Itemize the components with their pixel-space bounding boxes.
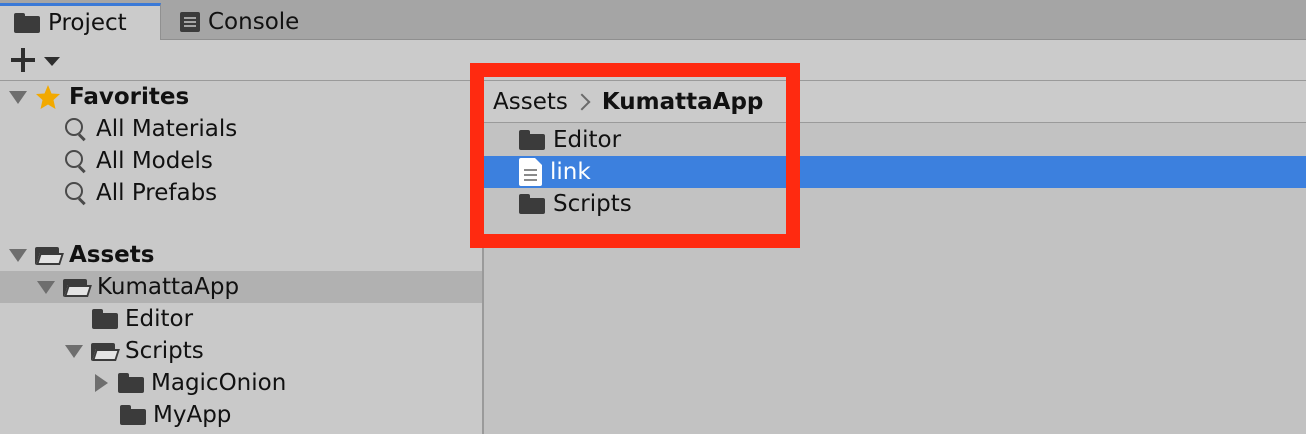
search-icon [64,149,88,174]
folder-icon [519,194,545,214]
console-icon [180,11,200,32]
plus-icon [10,47,36,73]
tree-item-magiconion[interactable]: MagicOnion [0,367,482,399]
tree-label: All Prefabs [96,180,218,206]
tree-item-myapp[interactable]: MyApp [0,399,482,431]
list-item-editor[interactable]: Editor [484,124,1306,156]
expand-arrow-icon[interactable] [37,280,55,294]
expand-arrow-icon[interactable] [65,344,83,358]
tab-bar: Project Console [0,0,1306,40]
caret-down-icon [44,56,60,66]
list-item-scripts[interactable]: Scripts [484,188,1306,220]
list-item-label: Scripts [553,191,632,217]
search-icon [64,181,88,206]
breadcrumb: Assets KumattaApp [484,81,1306,123]
folder-icon [14,13,40,33]
list-item-label: link [550,159,591,185]
tree-label-scripts: Scripts [125,338,204,364]
search-icon [64,117,88,142]
tree-label-favorites: Favorites [69,84,190,110]
open-folder-icon [35,245,64,265]
open-folder-icon [63,277,92,297]
asset-list-panel: Assets KumattaApp Editor link Scripts [484,81,1306,434]
tree-label-editor: Editor [125,306,194,332]
tree-item-all-models[interactable]: All Models [0,145,482,177]
document-icon [519,158,542,186]
breadcrumb-current[interactable]: KumattaApp [602,89,764,115]
tree-label-myapp: MyApp [153,402,232,428]
tree-label: All Models [96,148,213,174]
tab-project-label: Project [48,10,127,36]
tab-console-label: Console [208,8,300,35]
tree-label-magiconion: MagicOnion [151,370,287,396]
tree-item-all-materials[interactable]: All Materials [0,113,482,145]
tab-project[interactable]: Project [0,3,161,40]
tree-item-assets[interactable]: Assets [0,239,482,271]
folder-icon [118,373,144,393]
tree-item-editor[interactable]: Editor [0,303,482,335]
open-folder-icon [91,341,120,361]
expand-arrow-icon[interactable] [9,90,27,104]
list-item-link[interactable]: link [484,156,1306,188]
tree-item-favorites[interactable]: Favorites [0,81,482,113]
folder-icon [92,309,118,329]
expand-arrow-icon[interactable] [9,248,27,262]
tree-label-kumattaapp: KumattaApp [97,274,240,300]
add-button[interactable] [10,46,66,74]
toolbar [0,40,1306,81]
tree-item-scripts[interactable]: Scripts [0,335,482,367]
tree-item-kumattaapp[interactable]: KumattaApp [0,271,482,303]
tree-item-all-prefabs[interactable]: All Prefabs [0,177,482,209]
tab-console[interactable]: Console [166,3,316,40]
tree-label: All Materials [96,116,238,142]
breadcrumb-assets[interactable]: Assets [493,89,568,115]
folder-icon [519,130,545,150]
folder-icon [120,405,146,425]
star-icon [36,85,60,109]
list-item-label: Editor [553,127,622,153]
collapse-arrow-icon[interactable] [95,374,108,392]
project-tree: Favorites All Materials All Models All P… [0,81,484,434]
tree-label-assets: Assets [69,242,155,268]
chevron-right-icon [573,93,591,110]
